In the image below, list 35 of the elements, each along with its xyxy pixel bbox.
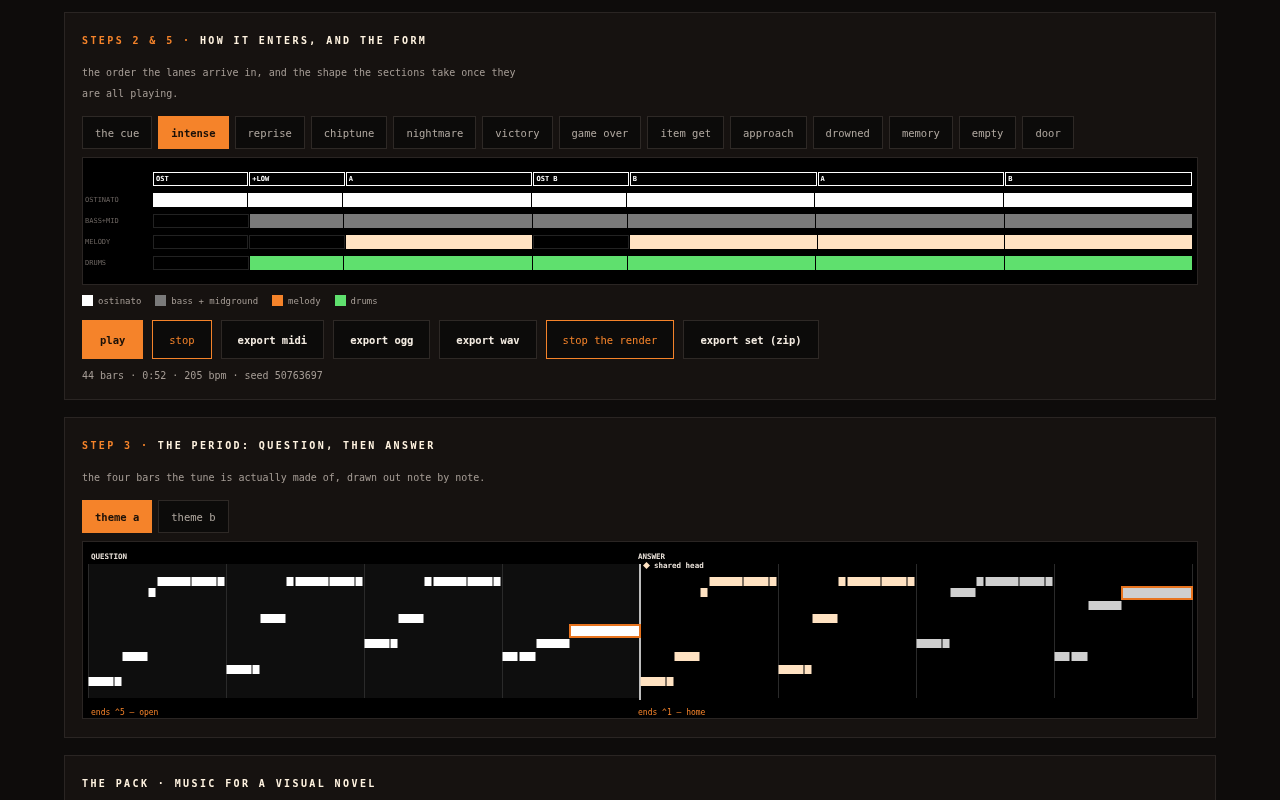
section-description: the four bars the tune is actually made of, drawn out note by note. bbox=[82, 471, 487, 485]
section-description: the order the lanes arrive in, and the shape the sections take once they are all playing. bbox=[82, 66, 517, 101]
phrase-ending: ends ^5 – open bbox=[91, 707, 159, 717]
action-button[interactable]: stop the render bbox=[545, 320, 675, 359]
legend-label: bass + midground bbox=[171, 295, 259, 306]
song-tab[interactable]: item get bbox=[647, 116, 725, 149]
phrase-ending: ends ^1 – home bbox=[638, 707, 706, 717]
song-stats: 44 bars · 0:52 · 205 bpm · seed 50763697 bbox=[82, 370, 324, 381]
action-button[interactable]: export ogg bbox=[333, 320, 431, 359]
song-tab[interactable]: reprise bbox=[234, 116, 305, 149]
song-tab[interactable]: chiptune bbox=[310, 116, 388, 149]
action-button[interactable]: export set (zip) bbox=[683, 320, 819, 359]
section-heading: THE PACK · MUSIC FOR A VISUAL NOVEL bbox=[82, 778, 378, 789]
song-tab[interactable]: memory bbox=[888, 116, 953, 149]
action-button[interactable]: export midi bbox=[220, 320, 325, 359]
song-tab[interactable]: intense bbox=[158, 116, 229, 149]
song-tab[interactable]: approach bbox=[730, 116, 807, 149]
action-button[interactable]: stop bbox=[152, 320, 212, 359]
song-tab[interactable]: empty bbox=[958, 116, 1017, 149]
song-tab[interactable]: game over bbox=[558, 116, 642, 149]
legend-label: ostinato bbox=[98, 295, 142, 306]
theme-tab[interactable]: theme b bbox=[158, 500, 229, 533]
legend-label: melody bbox=[288, 295, 321, 306]
song-tab[interactable]: drowned bbox=[812, 116, 883, 149]
section-heading: STEPS 2 & 5 · HOW IT ENTERS, AND THE FORM bbox=[82, 35, 429, 46]
song-tab[interactable]: nightmare bbox=[393, 116, 477, 149]
song-tab[interactable]: victory bbox=[482, 116, 553, 149]
song-tab[interactable]: the cue bbox=[82, 116, 153, 149]
theme-tab[interactable]: theme a bbox=[82, 500, 153, 533]
action-button[interactable]: export wav bbox=[439, 320, 537, 359]
legend-label: drums bbox=[350, 295, 378, 306]
song-tab[interactable]: door bbox=[1022, 116, 1074, 149]
action-button[interactable]: play bbox=[82, 320, 144, 359]
section-heading: STEP 3 · THE PERIOD: QUESTION, THEN ANSWER bbox=[82, 440, 437, 451]
diamond-icon bbox=[643, 562, 650, 569]
